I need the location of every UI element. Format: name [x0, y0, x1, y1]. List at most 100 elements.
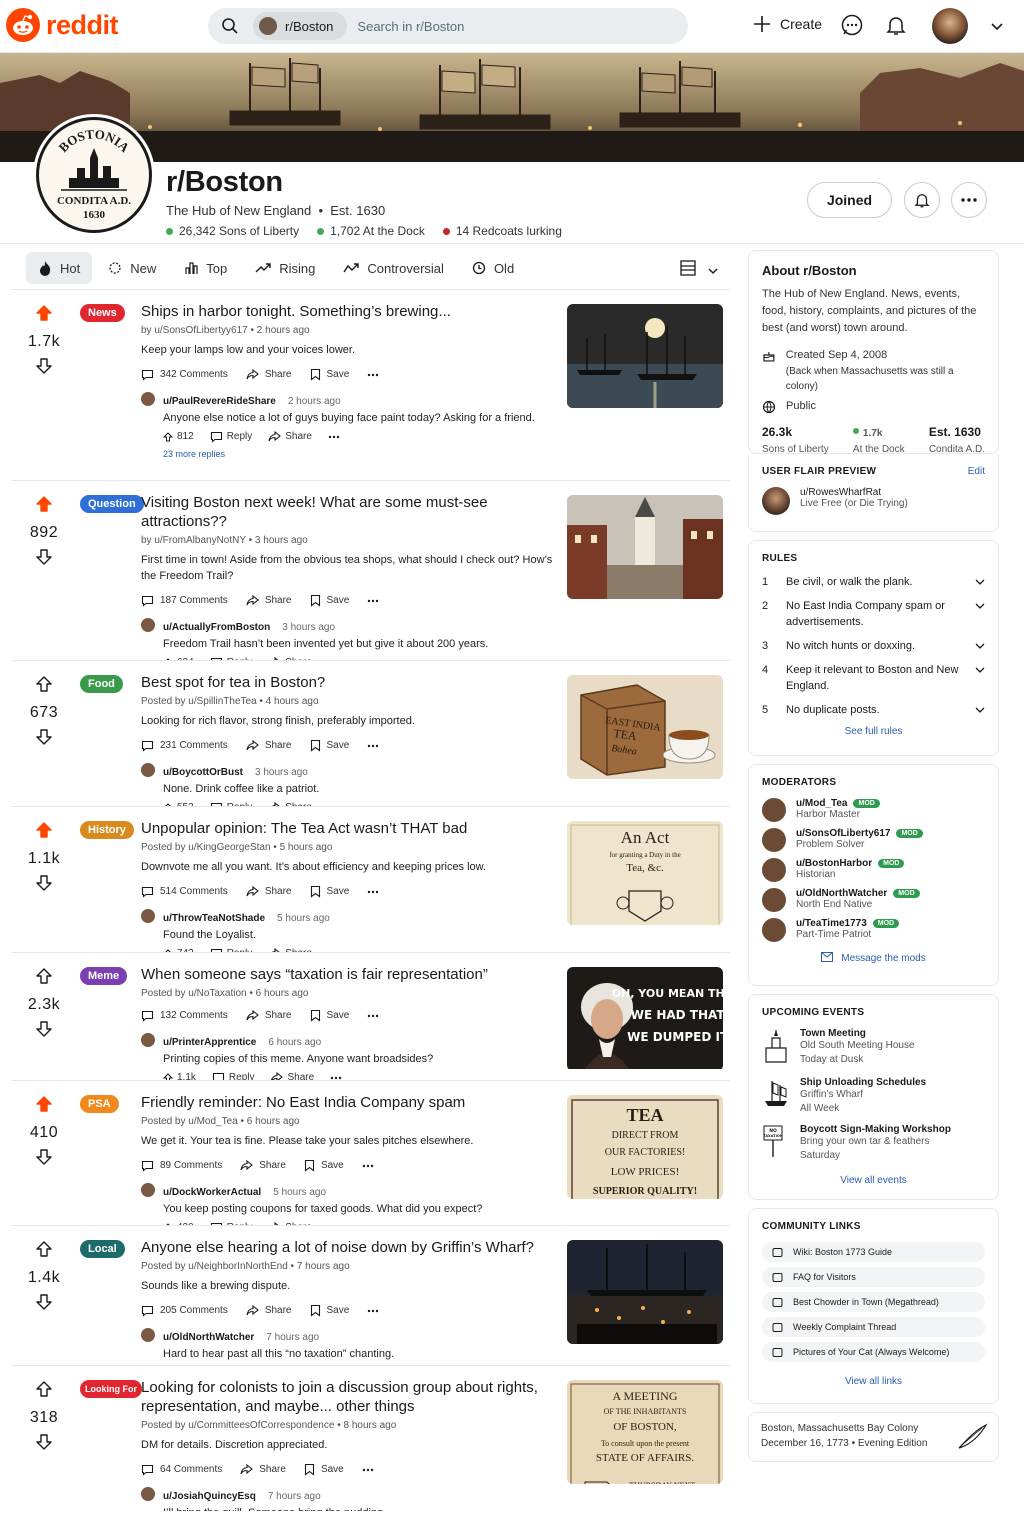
upvote-icon[interactable]	[163, 431, 173, 442]
upvote-icon[interactable]	[35, 821, 53, 839]
post-flair[interactable]: News	[80, 304, 125, 322]
more-options-button[interactable]	[951, 182, 987, 218]
event-item[interactable]: Ship Unloading Schedules Griffin’s Wharf A…	[762, 1077, 985, 1116]
post-thumbnail[interactable]	[567, 304, 723, 408]
notifications-button[interactable]	[884, 13, 910, 39]
post-flair[interactable]: Meme	[80, 967, 128, 985]
share-button[interactable]: Share	[240, 1463, 286, 1476]
downvote-icon[interactable]	[35, 357, 53, 375]
community-link[interactable]: FAQ for Visitors	[762, 1267, 985, 1287]
comments-button[interactable]: 132 Comments	[141, 1009, 228, 1022]
search-bar[interactable]: r/Boston Search in r/Boston	[208, 8, 688, 44]
share-button[interactable]: Share	[246, 739, 292, 752]
reply-username[interactable]: u/DockWorkerActual	[163, 1187, 261, 1198]
post-thumbnail[interactable]: An Act for granting a Duty in the Tea, &c.	[567, 821, 723, 925]
more-replies-link[interactable]: 23 more replies	[163, 449, 566, 459]
rule-item[interactable]: 1 Be civil, or walk the plank.	[762, 574, 985, 590]
user-avatar[interactable]	[932, 8, 968, 44]
tab-rising[interactable]: Rising	[243, 252, 327, 284]
save-button[interactable]: Save	[310, 885, 349, 898]
moderator-name[interactable]: u/TeaTime1773	[796, 918, 867, 929]
post-card[interactable]: 318 Looking For Looking for colonists to…	[12, 1365, 730, 1511]
moderator-item[interactable]: u/Mod_Tea MOD Harbor Master	[762, 798, 985, 822]
post-title[interactable]: Unpopular opinion: The Tea Act wasn’t TH…	[141, 819, 566, 838]
upvote-icon[interactable]	[35, 495, 53, 513]
more-horizontal-icon[interactable]	[330, 1076, 342, 1080]
save-button[interactable]: Save	[304, 1463, 344, 1476]
post-flair[interactable]: Local	[80, 1240, 125, 1258]
tab-controversial[interactable]: Controversial	[331, 252, 456, 284]
reply-username[interactable]: u/OldNorthWatcher	[163, 1332, 254, 1343]
moderator-name[interactable]: u/Mod_Tea	[796, 798, 847, 809]
more-horizontal-icon[interactable]	[367, 1014, 379, 1018]
post-thumbnail[interactable]	[567, 1240, 723, 1344]
more-horizontal-icon[interactable]	[362, 1164, 374, 1168]
moderator-item[interactable]: u/OldNorthWatcher MOD North End Native	[762, 888, 985, 912]
moderator-item[interactable]: u/BostonHarbor MOD Historian	[762, 858, 985, 882]
share-button[interactable]: Share	[246, 885, 292, 898]
post-card[interactable]: 1.4k Local Anyone else hearing a lot of …	[12, 1225, 730, 1365]
event-item[interactable]: NO TAXATION Boycott Sign-Making Workshop Br…	[762, 1124, 985, 1163]
subreddit-notifications-button[interactable]	[904, 182, 940, 218]
reply-username[interactable]: u/ActuallyFromBoston	[163, 622, 270, 633]
downvote-icon[interactable]	[35, 1293, 53, 1311]
post-title[interactable]: When someone says “taxation is fair repr…	[141, 965, 566, 984]
view-toggle-button[interactable]	[680, 260, 718, 281]
moderator-name[interactable]: u/OldNorthWatcher	[796, 888, 887, 899]
rule-item[interactable]: 5 No duplicate posts.	[762, 702, 985, 718]
event-item[interactable]: Town Meeting Old South Meeting House Today…	[762, 1028, 985, 1069]
moderator-item[interactable]: u/TeaTime1773 MOD Part-Time Patriot	[762, 918, 985, 942]
create-post-button[interactable]: Create	[752, 14, 822, 34]
reddit-logo[interactable]: reddit	[6, 8, 119, 42]
moderator-name[interactable]: u/SonsOfLiberty617	[796, 828, 890, 839]
save-button[interactable]: Save	[310, 739, 349, 752]
comments-button[interactable]: 89 Comments	[141, 1159, 222, 1172]
reply-share-button[interactable]: Share	[268, 430, 312, 443]
downvote-icon[interactable]	[35, 1433, 53, 1451]
upvote-icon[interactable]	[35, 1095, 53, 1113]
share-button[interactable]: Share	[246, 1009, 292, 1022]
moderator-item[interactable]: u/SonsOfLiberty617 MOD Problem Solver	[762, 828, 985, 852]
post-flair[interactable]: History	[80, 821, 134, 839]
share-button[interactable]: Share	[246, 594, 292, 607]
post-flair[interactable]: Food	[80, 675, 123, 693]
upvote-icon[interactable]	[163, 1072, 173, 1081]
post-thumbnail[interactable]: TEA DIRECT FROM OUR FACTORIES! LOW PRICES! S…	[567, 1095, 723, 1199]
comments-button[interactable]: 514 Comments	[141, 885, 228, 898]
rule-item[interactable]: 3 No witch hunts or doxxing.	[762, 638, 985, 654]
more-horizontal-icon[interactable]	[367, 1309, 379, 1313]
post-card[interactable]: 673 Food Best spot for tea in Boston? Po…	[12, 660, 730, 806]
post-title[interactable]: Best spot for tea in Boston?	[141, 673, 566, 692]
more-horizontal-icon[interactable]	[367, 599, 379, 603]
view-all-links-link[interactable]: View all links	[762, 1376, 985, 1387]
edit-flair-link[interactable]: Edit	[968, 466, 985, 487]
tab-hot[interactable]: Hot	[26, 252, 93, 284]
joined-button[interactable]: Joined	[807, 182, 892, 218]
downvote-icon[interactable]	[35, 548, 53, 566]
community-link[interactable]: Weekly Complaint Thread	[762, 1317, 985, 1337]
comments-button[interactable]: 342 Comments	[141, 368, 228, 381]
post-title[interactable]: Friendly reminder: No East India Company…	[141, 1093, 566, 1112]
more-horizontal-icon[interactable]	[367, 890, 379, 894]
post-thumbnail[interactable]: OH, YOU MEAN THAT? WE HAD THAT. WE DUMPED …	[567, 967, 723, 1071]
rule-item[interactable]: 2 No East India Company spam or advertise…	[762, 598, 985, 630]
downvote-icon[interactable]	[35, 874, 53, 892]
community-link[interactable]: Pictures of Your Cat (Always Welcome)	[762, 1342, 985, 1362]
upvote-icon[interactable]	[35, 967, 53, 985]
tab-old[interactable]: Old	[460, 252, 526, 284]
more-horizontal-icon[interactable]	[367, 373, 379, 377]
share-button[interactable]: Share	[240, 1159, 286, 1172]
reply-username[interactable]: u/PrinterApprentice	[163, 1037, 256, 1048]
reply-username[interactable]: u/BoycottOrBust	[163, 767, 243, 778]
post-card[interactable]: 1.7k News Ships in harbor tonight. Somet…	[12, 289, 730, 480]
view-all-events-link[interactable]: View all events	[762, 1175, 985, 1186]
comments-button[interactable]: 231 Comments	[141, 739, 228, 752]
more-horizontal-icon[interactable]	[362, 1468, 374, 1472]
more-horizontal-icon[interactable]	[328, 435, 340, 439]
save-button[interactable]: Save	[310, 1009, 349, 1022]
message-mods-button[interactable]: Message the mods	[762, 952, 985, 964]
reply-username[interactable]: u/ThrowTeaNotShade	[163, 913, 265, 924]
post-flair[interactable]: Looking For	[80, 1380, 142, 1398]
save-button[interactable]: Save	[304, 1159, 344, 1172]
post-thumbnail[interactable]: EAST INDIA TEA Bohea	[567, 675, 723, 779]
